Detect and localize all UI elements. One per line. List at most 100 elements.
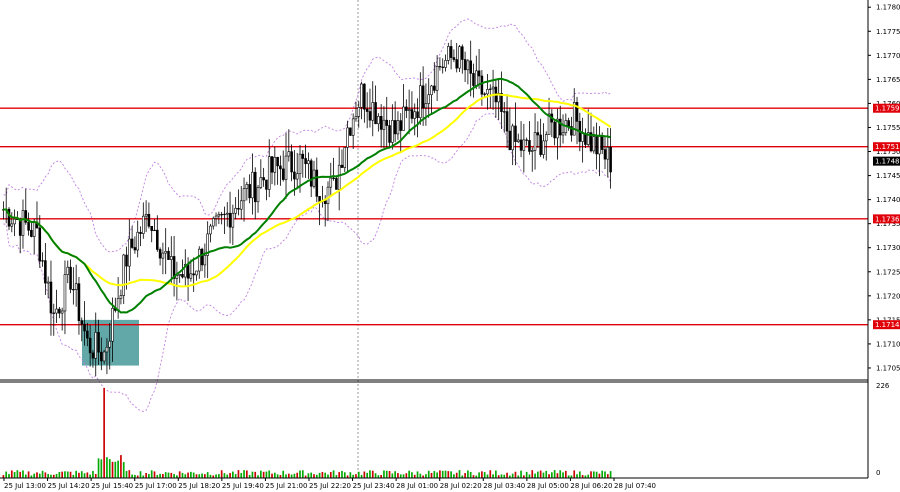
time-tick-label: 28 Jul 03:40 <box>483 482 525 490</box>
candlestick-chart[interactable]: 1.17801.17751.17701.17651.17601.17551.17… <box>0 0 900 492</box>
volume-bar <box>108 459 111 478</box>
volume-bar <box>489 470 492 478</box>
volume-bar <box>262 471 265 478</box>
candle-body <box>161 252 165 259</box>
candle-body <box>83 323 86 332</box>
volume-bar <box>408 470 410 478</box>
volume-bar <box>388 471 391 478</box>
candle-body <box>86 330 89 339</box>
candle-body <box>217 214 221 217</box>
candle-body <box>539 134 542 155</box>
volume-bar <box>117 460 119 478</box>
volume-bar <box>405 473 408 478</box>
candle-body <box>77 283 81 322</box>
candle-body <box>276 156 279 167</box>
candle-body <box>203 255 207 266</box>
volume-bar <box>313 474 315 478</box>
candle-body <box>567 120 570 127</box>
volume-bar <box>232 471 234 478</box>
volume-bar <box>307 473 310 478</box>
volume-bar <box>595 471 598 478</box>
volume-bar <box>576 474 578 478</box>
candle-body <box>195 270 198 276</box>
volume-bar <box>218 474 220 478</box>
candle-body <box>136 231 139 251</box>
volume-bar <box>240 472 243 478</box>
candle-body <box>486 89 489 95</box>
volume-bar <box>234 474 237 478</box>
volume-bar <box>265 471 268 478</box>
candle-body <box>603 149 607 160</box>
candle-body <box>600 136 604 150</box>
candle-body <box>153 229 156 232</box>
candle-body <box>293 171 296 180</box>
volume-bar <box>8 474 10 478</box>
candle-body <box>466 60 470 71</box>
volume-bar <box>220 470 223 478</box>
volume-bar <box>285 474 287 478</box>
volume-bar <box>341 470 343 478</box>
candle-body <box>419 85 422 118</box>
volume-bar <box>58 472 61 478</box>
candle-body <box>281 168 285 180</box>
volume-bar <box>601 470 604 478</box>
candle-body <box>128 238 131 267</box>
candle-body <box>500 93 503 112</box>
volume-bar <box>606 474 609 478</box>
volume-bar <box>383 470 385 478</box>
candle-body <box>102 351 106 362</box>
volume-bar <box>44 472 47 478</box>
candle-body <box>91 352 95 359</box>
candle-body <box>388 125 391 143</box>
candle-body <box>349 127 352 136</box>
candle-body <box>133 247 137 251</box>
candle-body <box>144 214 148 217</box>
candle-body <box>44 260 47 284</box>
candle-body <box>192 273 195 276</box>
volume-bar <box>94 473 97 478</box>
price-tick-label: 1.1765 <box>876 76 900 84</box>
candle-body <box>463 59 467 71</box>
candle-body <box>256 187 260 203</box>
chart-root: 1.17801.17751.17701.17651.17601.17551.17… <box>0 0 900 492</box>
volume-bar <box>167 472 170 478</box>
volume-bar <box>514 471 517 478</box>
volume-bar <box>80 471 83 478</box>
candle-body <box>508 130 512 151</box>
candle-body <box>475 70 478 86</box>
volume-bar <box>5 471 8 478</box>
volume-bar <box>64 471 66 478</box>
level-label-1.1736: 1.1736 <box>875 215 900 223</box>
volume-bar <box>467 470 469 478</box>
candle-body <box>405 106 408 111</box>
candle-body <box>514 125 517 142</box>
volume-bar <box>246 470 248 478</box>
volume-bar <box>114 461 117 478</box>
volume-bar <box>531 470 534 478</box>
candle-body <box>598 136 601 155</box>
volume-bar <box>125 470 128 478</box>
candle-body <box>391 120 394 143</box>
volume-bar <box>425 474 427 478</box>
volume-bar <box>287 473 290 478</box>
volume-tick-label: 0 <box>876 469 880 477</box>
candle-body <box>379 115 383 130</box>
candle-body <box>449 46 453 58</box>
volume-bar <box>187 472 189 478</box>
candle-body <box>262 177 265 181</box>
price-tick-label: 1.1705 <box>876 364 900 372</box>
volume-bar <box>391 473 394 478</box>
volume-bar <box>528 474 531 478</box>
volume-bar <box>290 474 293 478</box>
volume-bar <box>564 470 567 478</box>
candle-body <box>326 186 330 205</box>
volume-bar <box>301 470 304 478</box>
volume-bar <box>27 471 30 478</box>
volume-bar <box>394 471 396 478</box>
volume-bar <box>106 457 108 478</box>
candle-body <box>421 85 425 109</box>
volume-bar <box>486 474 489 478</box>
candle-body <box>72 289 75 291</box>
volume-bar <box>590 471 592 478</box>
volume-bar <box>495 470 497 478</box>
